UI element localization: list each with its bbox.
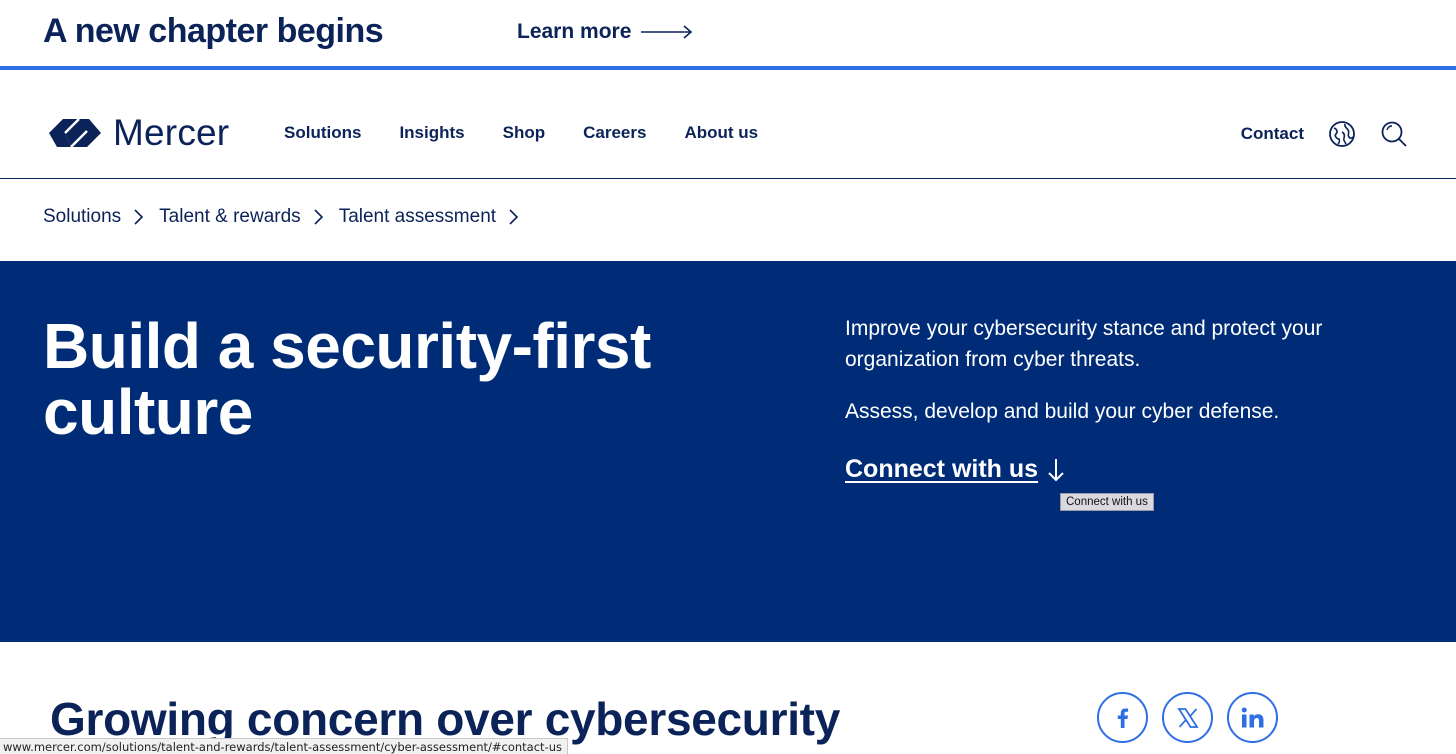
breadcrumb-item-solutions[interactable]: Solutions — [43, 206, 121, 228]
nav-item-careers[interactable]: Careers — [583, 123, 646, 143]
arrow-right-icon — [641, 25, 693, 39]
nav-item-insights[interactable]: Insights — [399, 123, 464, 143]
facebook-share-button[interactable] — [1097, 692, 1148, 743]
brand-name: Mercer — [113, 112, 230, 153]
nav-links: Solutions Insights Shop Careers About us — [284, 123, 796, 143]
hero-description: Improve your cybersecurity stance and pr… — [845, 317, 1323, 371]
arrow-down-icon — [1048, 458, 1064, 481]
learn-more-link[interactable]: Learn more — [517, 20, 693, 44]
linkedin-icon — [1241, 707, 1263, 727]
chevron-right-icon — [314, 209, 323, 225]
hero-banner: Build a security-first culture Improve y… — [0, 261, 1456, 642]
x-share-button[interactable] — [1162, 692, 1213, 743]
chevron-right-icon — [134, 209, 144, 225]
share-buttons — [1097, 692, 1292, 743]
page: A new chapter begins Learn more Mercer S… — [0, 0, 1456, 754]
hero-subdescription: Assess, develop and build your cyber def… — [845, 400, 1280, 423]
nav-utilities: Contact — [1241, 120, 1408, 148]
connect-with-us-label: Connect with us — [845, 455, 1039, 483]
mercer-logo[interactable]: Mercer — [49, 114, 229, 151]
announcement-bar: A new chapter begins Learn more — [0, 0, 1456, 70]
globe-icon[interactable] — [1328, 120, 1356, 148]
breadcrumb-item-talent-rewards[interactable]: Talent & rewards — [159, 206, 301, 228]
contact-link[interactable]: Contact — [1241, 124, 1304, 144]
hero-title: Build a security-first culture — [43, 310, 651, 448]
tooltip: Connect with us — [1060, 493, 1154, 511]
mercer-logo-icon — [49, 117, 101, 148]
learn-more-label: Learn more — [517, 20, 632, 43]
breadcrumb-item-talent-assessment[interactable]: Talent assessment — [339, 206, 496, 228]
main-nav: Mercer Solutions Insights Shop Careers A… — [0, 70, 1456, 179]
connect-with-us-link[interactable]: Connect with us — [845, 455, 1066, 484]
x-icon — [1176, 707, 1199, 728]
status-url: www.mercer.com/solutions/talent-and-rewa… — [0, 738, 568, 754]
announcement-title: A new chapter begins — [43, 12, 384, 50]
nav-item-about-us[interactable]: About us — [684, 123, 758, 143]
nav-item-shop[interactable]: Shop — [503, 123, 546, 143]
breadcrumb: Solutions Talent & rewards Talent assess… — [43, 206, 534, 228]
nav-item-solutions[interactable]: Solutions — [284, 123, 361, 143]
facebook-icon — [1117, 708, 1128, 728]
chevron-right-icon[interactable] — [506, 208, 520, 226]
linkedin-share-button[interactable] — [1227, 692, 1278, 743]
search-icon[interactable] — [1380, 120, 1408, 148]
